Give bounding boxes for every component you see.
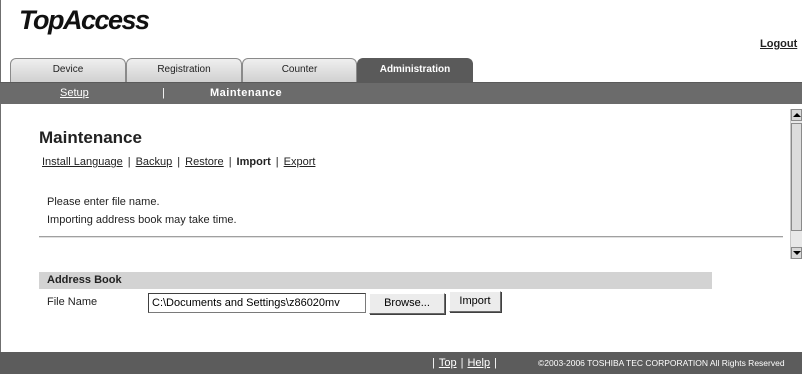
copyright-notice: ©2003-2006 TOSHIBA TEC CORPORATION All R… <box>538 358 785 368</box>
address-book-section-header: Address Book <box>39 272 712 289</box>
footer-separator: | <box>432 357 435 369</box>
export-link[interactable]: Export <box>284 156 316 168</box>
subnav-maintenance: Maintenance <box>210 87 283 99</box>
footer-links: | Top | Help | <box>428 357 501 369</box>
browse-button[interactable]: Browse... <box>369 293 445 314</box>
logout-link[interactable]: Logout <box>760 38 797 50</box>
tab-device[interactable]: Device <box>10 58 126 83</box>
footer-separator: | <box>494 357 497 369</box>
file-name-label: File Name <box>47 296 98 308</box>
scrollbar-thumb[interactable] <box>791 123 802 231</box>
scroll-up-arrow-icon[interactable] <box>791 109 802 121</box>
tab-counter[interactable]: Counter <box>242 58 357 83</box>
install-language-link[interactable]: Install Language <box>42 156 123 168</box>
import-current-task: Import <box>236 156 271 168</box>
tab-administration[interactable]: Administration <box>357 58 473 83</box>
page-title: Maintenance <box>39 128 142 147</box>
maintenance-task-links: Install Language | Backup | Restore | Import | E… <box>42 156 315 168</box>
link-separator: | <box>177 156 181 168</box>
tab-registration[interactable]: Registration <box>126 58 242 83</box>
header-logo-area <box>660 22 726 58</box>
subnav-separator: | <box>162 87 165 99</box>
footer-bar: | Top | Help | ©2003-2006 TOSHIBA TEC CORPOR… <box>0 352 802 374</box>
import-button[interactable]: Import <box>449 291 501 312</box>
file-name-input[interactable] <box>148 293 366 313</box>
footer-top-link[interactable]: Top <box>439 357 457 369</box>
section-divider <box>39 236 783 238</box>
main-tab-bar: Device Registration Counter Administrati… <box>0 58 802 83</box>
subnav-setup-link[interactable]: Setup <box>60 87 89 99</box>
footer-separator: | <box>460 357 464 369</box>
backup-link[interactable]: Backup <box>136 156 173 168</box>
vertical-scrollbar[interactable] <box>790 109 802 259</box>
link-separator: | <box>228 156 232 168</box>
content-area: Maintenance Install Language | Backup | Rest… <box>1 104 790 352</box>
import-time-message: Importing address book may take time. <box>47 214 237 226</box>
link-separator: | <box>275 156 279 168</box>
footer-help-link[interactable]: Help <box>467 357 490 369</box>
scroll-down-arrow-icon[interactable] <box>791 247 802 259</box>
topaccess-logo: TopAccess <box>19 5 150 35</box>
restore-link[interactable]: Restore <box>185 156 224 168</box>
sub-navigation-bar: Setup | Maintenance <box>0 83 802 104</box>
link-separator: | <box>127 156 131 168</box>
instruction-message: Please enter file name. <box>47 196 160 208</box>
